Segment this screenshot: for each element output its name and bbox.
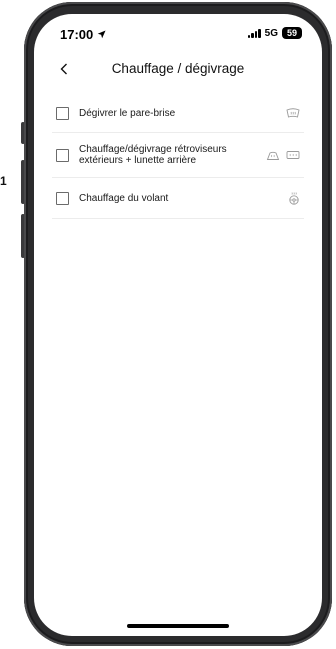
status-time: 17:00 xyxy=(60,27,106,42)
phone-screen: 17:00 5G 59 Chauffage / dégivrage Dégivr… xyxy=(34,14,322,636)
status-bar: 17:00 5G 59 xyxy=(34,14,322,54)
option-icons xyxy=(286,107,300,119)
checkbox[interactable] xyxy=(56,106,69,120)
option-label-line2: extérieurs + lunette arrière xyxy=(79,155,197,166)
steering-wheel-heat-icon xyxy=(289,191,299,205)
page-title: Chauffage / dégivrage xyxy=(111,61,245,76)
option-label: Chauffage/dégivrage rétroviseurs extérie… xyxy=(79,144,266,166)
time-text: 17:00 xyxy=(60,27,94,42)
status-indicators: 5G 59 xyxy=(247,27,302,39)
signal-bars-icon xyxy=(247,28,261,38)
option-icons xyxy=(288,191,300,205)
nav-header: Chauffage / dégivrage xyxy=(34,58,322,82)
battery-icon: 59 xyxy=(282,27,302,39)
option-list: Dégivrer le pare-brise Chauffage/dégivra… xyxy=(52,94,304,219)
home-indicator[interactable] xyxy=(127,624,229,628)
windshield-defrost-icon xyxy=(286,108,300,118)
option-mirrors-rear-window[interactable]: Chauffage/dégivrage rétroviseurs extérie… xyxy=(52,133,304,178)
screenshot-stage: 1 17:00 5G 59 Chauffage / dégivrage Dégi… xyxy=(0,0,336,649)
rear-window-defrost-icon xyxy=(286,150,300,159)
checkbox[interactable] xyxy=(56,148,69,162)
option-steering-wheel-heat[interactable]: Chauffage du volant xyxy=(52,178,304,219)
option-windshield-defrost[interactable]: Dégivrer le pare-brise xyxy=(52,94,304,133)
option-icons xyxy=(266,150,300,161)
option-label: Dégivrer le pare-brise xyxy=(79,107,176,119)
option-label-line1: Chauffage/dégivrage rétroviseurs xyxy=(79,144,227,155)
option-label: Chauffage du volant xyxy=(79,192,169,204)
network-type: 5G xyxy=(264,27,278,39)
side-marker: 1 xyxy=(0,174,7,188)
location-arrow-icon xyxy=(97,30,106,39)
side-mirror-heat-icon xyxy=(266,151,280,160)
checkbox[interactable] xyxy=(56,191,69,205)
